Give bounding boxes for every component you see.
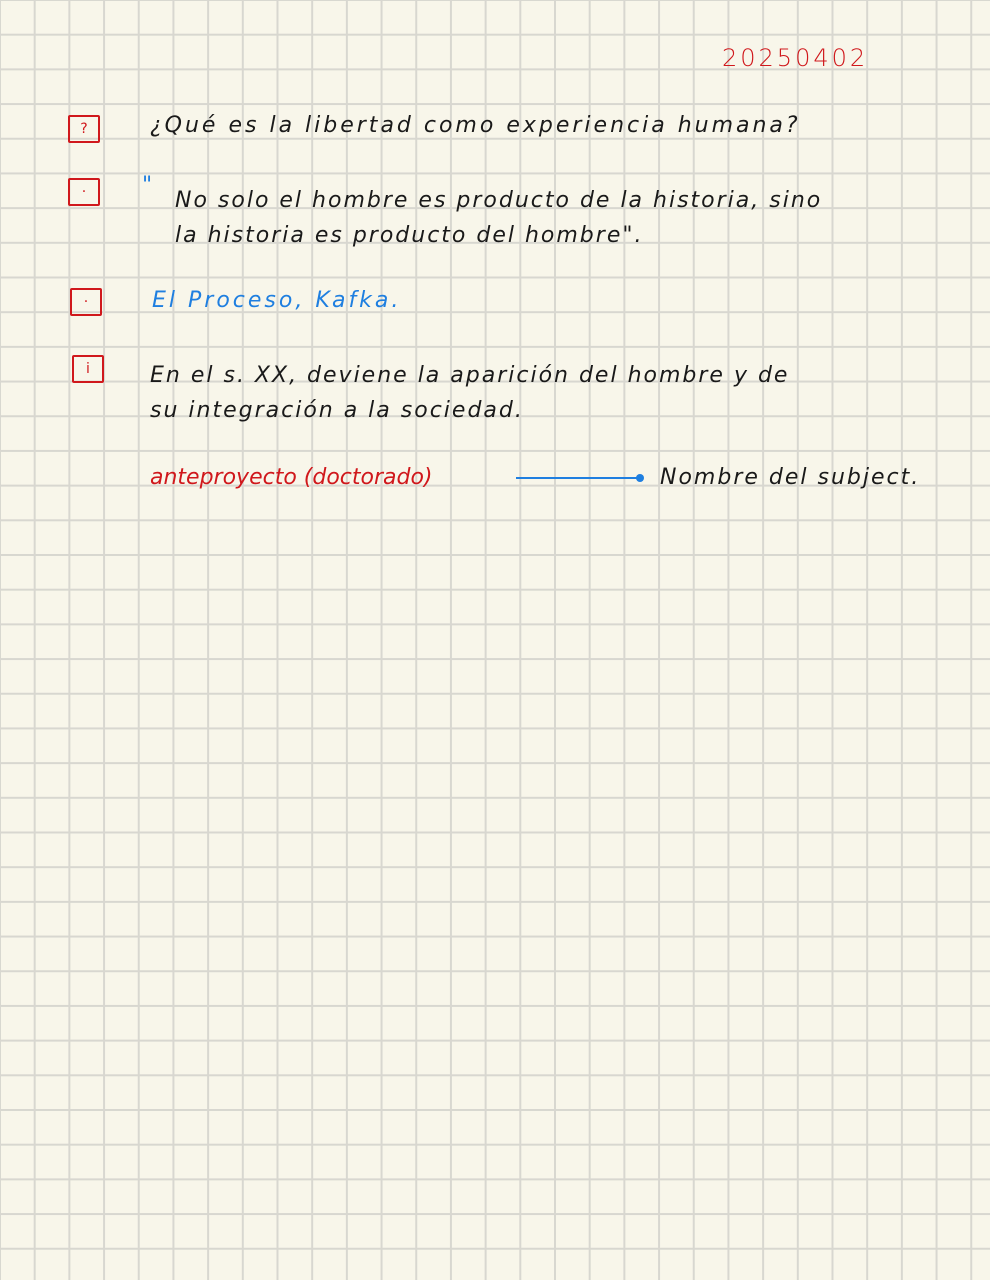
arrow-icon [516, 474, 644, 482]
quote-mark: " [142, 173, 155, 198]
question-marker-icon: ? [68, 115, 100, 143]
entry-quote-line-1: No solo el hombre es producto de la hist… [175, 188, 823, 213]
mapping-left: anteproyecto (doctorado) [150, 465, 433, 490]
mapping-right: Nombre del subject. [660, 465, 921, 490]
entry-quote-line-2: la historia es producto del hombre". [175, 223, 644, 248]
entry-book: El Proceso, Kafka. [152, 288, 402, 313]
dot-marker-icon: · [68, 178, 100, 206]
info-marker-icon: i [72, 355, 104, 383]
entry-note-line-1: En el s. XX, deviene la aparición del ho… [150, 363, 790, 388]
dot-marker-icon: · [70, 288, 102, 316]
entry-question: ¿Qué es la libertad como experiencia hum… [150, 113, 801, 138]
date-heading: 20250402 [722, 44, 869, 72]
entry-note-line-2: su integración a la sociedad. [150, 398, 524, 423]
